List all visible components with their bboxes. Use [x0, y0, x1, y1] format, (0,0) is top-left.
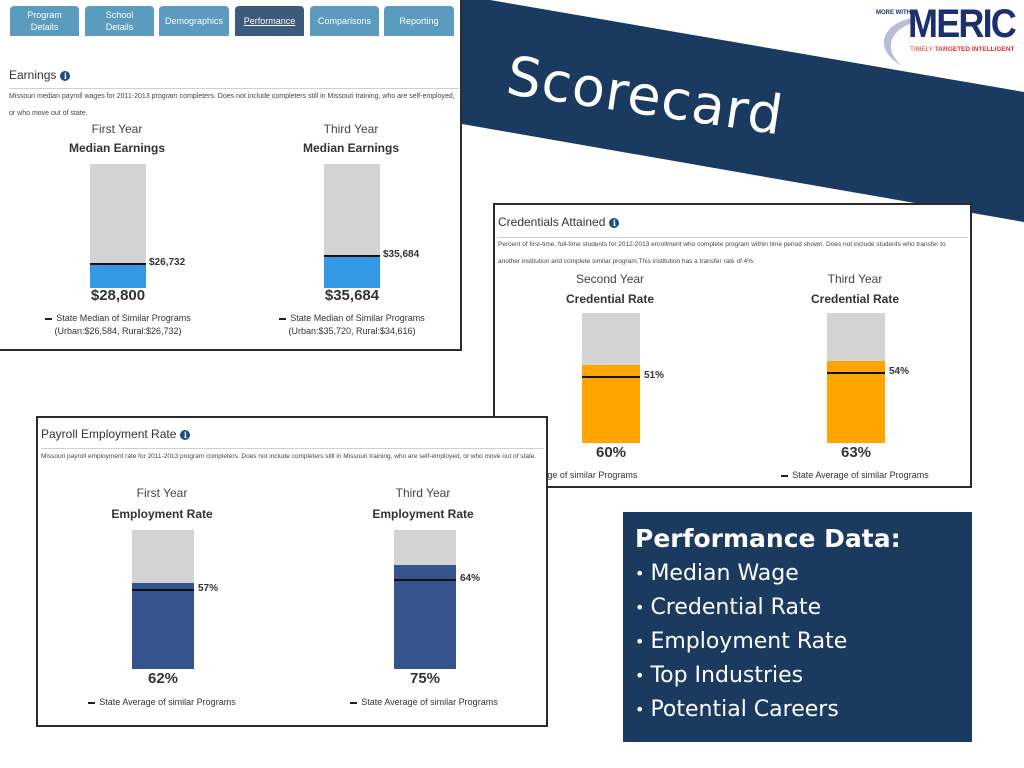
earnings-description: Missouri median payroll wages for 2011-2… [9, 93, 455, 117]
employment-bar [132, 530, 194, 669]
logo-tagline-2: TARGETED INTELLIGENT [934, 46, 1015, 53]
list-item: • Credential Rate [635, 595, 822, 620]
column-period: Third Year [323, 122, 379, 136]
bar-value: $28,800 [90, 287, 146, 304]
legend: State Average of similar Programs [745, 469, 965, 482]
logo-prefix: MORE WITH [876, 10, 911, 16]
tab-performance[interactable]: Performance [235, 6, 304, 36]
dash-icon [279, 317, 287, 320]
column-metric: Median Earnings [68, 141, 166, 155]
bullet-icon: • [635, 632, 645, 651]
bar-value: $35,684 [324, 287, 380, 304]
info-icon[interactable]: i [60, 70, 71, 81]
logo-name: MERIC [908, 2, 1017, 46]
bar-value: 75% [409, 670, 441, 687]
dash-icon [781, 474, 789, 477]
legend: State Average of similar Programs [314, 696, 534, 709]
legend: State Average of similar Programs [52, 696, 272, 709]
list-item: • Top Industries [635, 663, 804, 688]
performance-data-box: Performance Data: • Median Wage • Credenti… [623, 512, 972, 742]
bullet-icon: • [635, 598, 645, 617]
performance-data-title: Performance Data: [635, 524, 901, 553]
column-period: First Year [91, 122, 143, 136]
marker-label: 51% [644, 369, 665, 381]
tab-reporting[interactable]: Reporting [384, 6, 454, 36]
credentials-description: Percent of first-time, full-time student… [498, 241, 946, 265]
marker-label: 54% [889, 365, 910, 377]
state-average-marker [827, 371, 885, 374]
marker-label: 57% [198, 582, 219, 594]
state-average-marker [132, 588, 194, 591]
column-period: Third Year [395, 486, 451, 500]
column-metric: Median Earnings [302, 141, 400, 155]
credentials-title: Credentials Attained i [498, 215, 620, 229]
list-item: • Potential Careers [635, 697, 839, 722]
bullet-icon: • [635, 666, 645, 685]
earnings-panel: Program Details School Details Demograph… [0, 0, 462, 351]
logo-tagline-1: TIMELY [910, 46, 933, 53]
info-icon[interactable]: i [609, 217, 620, 228]
column-metric: Credential Rate [565, 292, 655, 306]
info-icon[interactable]: i [180, 429, 191, 440]
credentials-panel: Credentials Attained i Percent of first-t… [493, 203, 972, 488]
bar-fill [324, 256, 380, 288]
column-metric: Employment Rate [111, 507, 213, 521]
employment-panel: Payroll Employment Rate i Missouri payrol… [36, 416, 548, 727]
state-median-marker [324, 255, 380, 258]
tab-school-details[interactable]: School Details [85, 6, 154, 36]
list-item: • Median Wage [635, 561, 799, 586]
column-period: First Year [136, 486, 188, 500]
credential-bar [827, 313, 885, 443]
tab-program-details[interactable]: Program Details [10, 6, 79, 36]
list-item: • Employment Rate [635, 629, 848, 654]
logo-tagline: TIMELY TARGETED INTELLIGENT [910, 46, 1015, 53]
bar-fill [132, 582, 194, 669]
column-period: Third Year [827, 272, 883, 286]
state-average-marker [394, 579, 456, 582]
dash-icon [45, 317, 53, 320]
state-average-marker [582, 375, 640, 378]
tab-comparisons[interactable]: Comparisons [310, 6, 379, 36]
bar-value: 63% [840, 444, 872, 461]
credential-bar [582, 313, 640, 443]
legend: State Median of Similar Programs (Urban:$… [242, 312, 462, 338]
marker-label: 64% [460, 573, 481, 585]
column-metric: Employment Rate [372, 507, 474, 521]
bar-value: 62% [147, 670, 179, 687]
earnings-bar [324, 164, 380, 288]
legend: State Median of Similar Programs (Urban:$… [8, 312, 228, 338]
bullet-icon: • [635, 700, 645, 719]
column-metric: Credential Rate [810, 292, 900, 306]
employment-title: Payroll Employment Rate i [41, 427, 191, 441]
tab-demographics[interactable]: Demographics [159, 6, 229, 36]
bullet-icon: • [635, 564, 645, 583]
employment-description: Missouri payroll employment rate for 201… [41, 453, 537, 460]
marker-label: $35,684 [383, 249, 420, 261]
state-median-marker [90, 263, 146, 266]
column-period: Second Year [575, 272, 645, 286]
dash-icon [350, 701, 358, 704]
meric-logo: MORE WITH MERIC TIMELY TARGETED INTELLIG… [872, 2, 1022, 66]
marker-label: $26,732 [149, 257, 186, 269]
bar-value: 60% [595, 444, 627, 461]
slide-title: Scorecard [502, 44, 788, 148]
earnings-title: Earnings i [9, 68, 71, 82]
earnings-bar [90, 164, 146, 288]
bar-fill [90, 262, 146, 288]
employment-bar [394, 530, 456, 669]
dash-icon [88, 701, 96, 704]
